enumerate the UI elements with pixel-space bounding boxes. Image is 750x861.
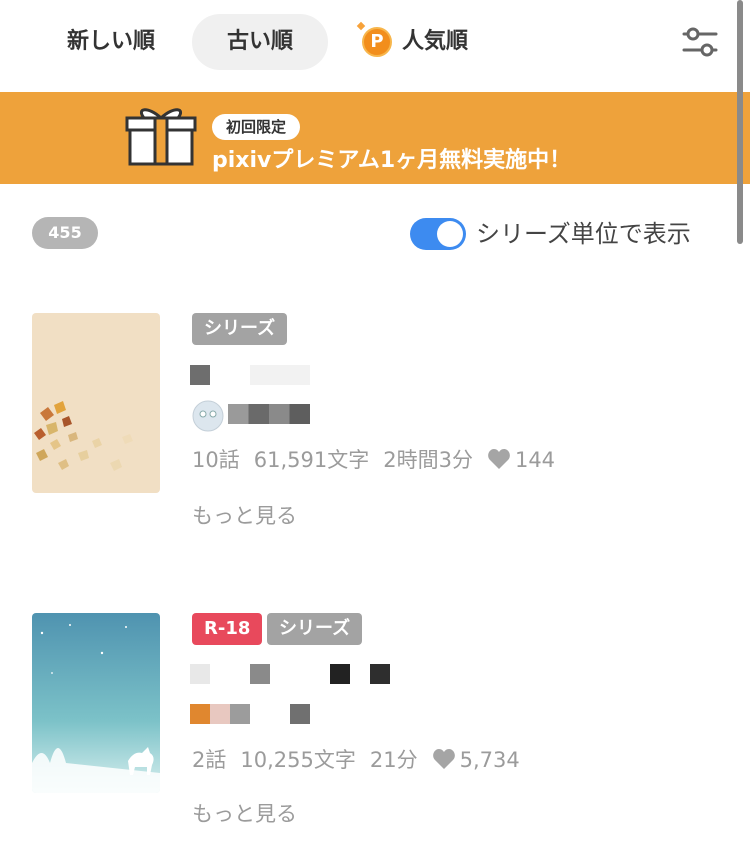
see-more-link[interactable]: もっと見る [192,798,297,828]
banner-limited-badge: 初回限定 [212,114,301,140]
series-card: R-18 シリーズ 2話 10,255文字 21分 5,734 もっと見る [0,600,750,861]
series-title-obscured-part [250,365,310,385]
author-name-obscured-part [230,704,250,724]
series-title-obscured-part [370,664,390,684]
filter-settings-icon[interactable] [680,24,720,60]
series-title-obscured-part [250,664,270,684]
heart-icon [432,749,455,769]
like-count: 5,734 [459,748,520,772]
series-meta: 2話 10,255文字 21分 5,734 [192,744,534,774]
toggle-knob [437,221,463,247]
like-count: 144 [514,448,556,472]
author-name-obscured[interactable] [210,704,230,724]
gift-icon [125,108,197,166]
result-count-badge: 455 [32,217,98,249]
series-cover-image[interactable] [32,313,160,493]
premium-p-icon: P [362,27,392,57]
tab-popular[interactable]: P 人気順 [358,14,488,70]
series-search-page: 新しい順 古い順 P 人気順 初回限定 pixivプレミアム1ヶ月無料実施中！ … [0,0,750,861]
heart-icon [488,449,510,469]
series-meta: 10話 61,591文字 2時間3分 144 [192,444,569,474]
tab-oldest[interactable]: 古い順 [192,14,328,70]
episode-count: 2話 [192,748,227,772]
char-count: 10,255文字 [240,748,356,772]
author-avatar-obscured[interactable] [190,704,210,724]
series-title-obscured-part [330,664,350,684]
series-tag: シリーズ [192,313,288,345]
series-cover-image[interactable] [32,613,160,793]
read-time: 21分 [369,748,418,772]
sort-tabs: 新しい順 古い順 P 人気順 [0,0,750,92]
series-view-toggle[interactable] [410,218,466,250]
banner-text: pixivプレミアム1ヶ月無料実施中！ [212,148,572,173]
char-count: 61,591文字 [253,448,370,472]
series-view-toggle-label[interactable]: シリーズ単位で表示 [476,214,691,249]
tab-newest[interactable]: 新しい順 [40,14,182,70]
see-more-link[interactable]: もっと見る [192,500,297,530]
episode-count: 10話 [192,448,240,472]
series-title-obscured[interactable] [190,365,210,385]
series-title-obscured[interactable] [190,664,210,684]
series-tag: シリーズ [267,613,363,645]
author-name-obscured-part [290,704,310,724]
series-card: シリーズ 10話 61,591文字 2時間3分 144 もっと見る [0,300,750,560]
author-name-obscured[interactable] [228,404,310,424]
read-time: 2時間3分 [383,448,473,472]
author-avatar[interactable] [192,400,224,432]
r18-tag: R-18 [192,613,263,645]
tab-popular-label: 人気順 [402,29,469,54]
scrollbar[interactable] [737,0,743,244]
